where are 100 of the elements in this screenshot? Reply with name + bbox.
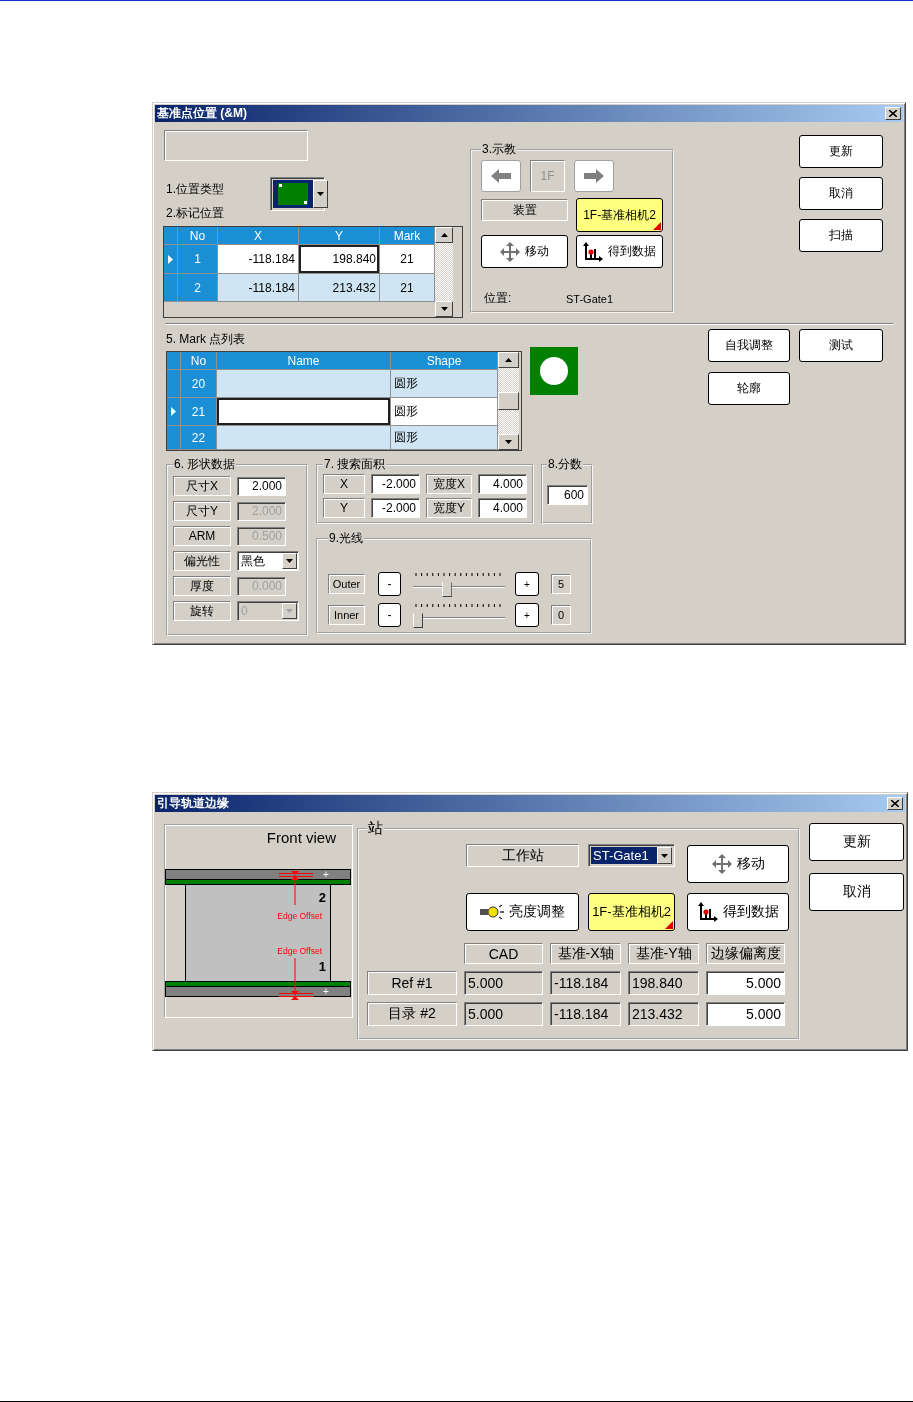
input-field[interactable]: 4.000 (478, 474, 527, 494)
table-cell[interactable]: 21 (380, 245, 435, 274)
field-label: ARM (173, 526, 231, 546)
dialog-button[interactable]: 更新 (809, 823, 904, 861)
brightness-button[interactable]: 亮度调整 (466, 893, 579, 931)
move-button[interactable]: 移动 (481, 235, 568, 268)
field-label: 位置: (484, 290, 513, 307)
camera-button[interactable]: 1F-基准相机2 (588, 893, 675, 931)
scrollbar[interactable] (435, 227, 453, 317)
slider-thumb[interactable] (413, 608, 423, 628)
field-label: 2.标记位置 (166, 205, 225, 222)
scrollbar[interactable] (498, 352, 519, 450)
caret-icon (286, 609, 293, 613)
axis-icon (583, 241, 603, 262)
input-field[interactable]: -2.000 (371, 474, 420, 494)
table-cell[interactable] (217, 370, 391, 398)
input-field[interactable]: 5.000 (706, 971, 785, 995)
increase-button[interactable]: + (515, 572, 539, 596)
row-number: 2 (178, 274, 218, 302)
edge-number: 1 (318, 959, 326, 974)
row-pointer-icon (171, 407, 176, 416)
input-field[interactable]: 213.432 (628, 1002, 699, 1026)
slider-thumb[interactable] (441, 577, 452, 597)
grid-corner (167, 352, 181, 370)
row-selector[interactable] (164, 245, 178, 274)
tool-button[interactable]: 轮廓 (708, 372, 790, 405)
move-button[interactable]: 移动 (687, 845, 789, 883)
input-field[interactable]: 2.000 (237, 476, 286, 496)
axis-icon (697, 902, 718, 922)
column-header[interactable]: Shape (391, 352, 498, 370)
table-cell[interactable]: 213.432 (299, 274, 380, 302)
column-header[interactable]: Name (217, 352, 391, 370)
dialog-button[interactable]: 更新 (799, 135, 883, 168)
table-cell[interactable]: 21 (380, 274, 435, 302)
caret-icon (286, 559, 293, 563)
row-selector[interactable] (167, 398, 181, 426)
camera-button[interactable]: 1F-基准相机2 (576, 198, 663, 232)
station-dropdown[interactable]: ST-Gate1 (588, 844, 675, 867)
group-label: 站 (367, 819, 384, 838)
input-field[interactable]: -2.000 (371, 498, 420, 518)
table-cell[interactable]: 圆形 (391, 426, 498, 450)
row-pointer-icon (168, 254, 173, 264)
table-cell[interactable]: 圆形 (391, 398, 498, 426)
light-slider[interactable] (413, 602, 505, 628)
input-field[interactable]: 198.840 (628, 971, 699, 995)
caret-icon (661, 853, 668, 858)
table-cell[interactable]: 198.840 (299, 245, 380, 274)
close-button[interactable] (887, 797, 903, 810)
dialog-button[interactable]: 取消 (799, 177, 883, 210)
circle-mark-preview (530, 347, 578, 395)
scroll-thumb[interactable] (498, 392, 519, 410)
shape-type-dropdown[interactable] (270, 177, 325, 211)
get-data-button[interactable]: 得到数据 (576, 235, 663, 268)
group-label: 6. 形状数据 (173, 456, 237, 473)
row-number: 1 (178, 245, 218, 274)
table-cell[interactable] (217, 426, 391, 450)
column-header[interactable]: X (218, 227, 299, 245)
input-field[interactable]: 4.000 (478, 498, 527, 518)
input-field[interactable]: 600 (547, 485, 588, 505)
dropdown[interactable]: 黑色 (237, 551, 299, 571)
field-label: 工作站 (466, 844, 579, 867)
close-button[interactable] (885, 107, 901, 120)
decrease-button[interactable]: - (378, 603, 401, 627)
floor-label: 1F (530, 160, 565, 192)
input-field[interactable]: -118.184 (550, 971, 621, 995)
row-number: 20 (181, 370, 217, 398)
column-header: CAD (464, 943, 543, 964)
table-cell[interactable]: -118.184 (218, 274, 299, 302)
field-label: 宽度Y (426, 498, 472, 518)
column-header: 基准-X轴 (550, 943, 621, 964)
column-header[interactable]: Mark (380, 227, 435, 245)
light-slider[interactable] (413, 571, 505, 597)
increase-button[interactable]: + (515, 603, 539, 627)
value-readout: 0 (551, 605, 571, 625)
table-cell[interactable] (217, 398, 391, 426)
dialog-button[interactable]: 扫描 (799, 219, 883, 252)
decrease-button[interactable]: - (378, 572, 401, 596)
tool-button[interactable]: 测试 (799, 329, 883, 362)
input-field[interactable]: 5.000 (464, 1002, 543, 1026)
row-number: 21 (181, 398, 217, 426)
channel-label: Inner (328, 605, 365, 625)
column-header[interactable]: No (181, 352, 217, 370)
row-label: 目录 #2 (367, 1002, 457, 1026)
input-field[interactable]: 5.000 (706, 1002, 785, 1026)
tool-button[interactable]: 自我调整 (708, 329, 790, 362)
close-icon (891, 800, 899, 807)
column-header[interactable]: Y (299, 227, 380, 245)
previous-button[interactable] (481, 160, 521, 192)
dialog-button[interactable]: 取消 (809, 873, 904, 911)
next-button[interactable] (574, 160, 614, 192)
close-icon (889, 110, 897, 117)
field-label: X (323, 474, 365, 494)
arrow-right-icon (584, 169, 604, 183)
input-field[interactable]: 5.000 (464, 971, 543, 995)
column-header[interactable]: No (178, 227, 218, 245)
caret-icon (317, 192, 324, 196)
input-field[interactable]: -118.184 (550, 1002, 621, 1026)
table-cell[interactable]: -118.184 (218, 245, 299, 274)
table-cell[interactable]: 圆形 (391, 370, 498, 398)
get-data-button[interactable]: 得到数据 (687, 893, 789, 931)
